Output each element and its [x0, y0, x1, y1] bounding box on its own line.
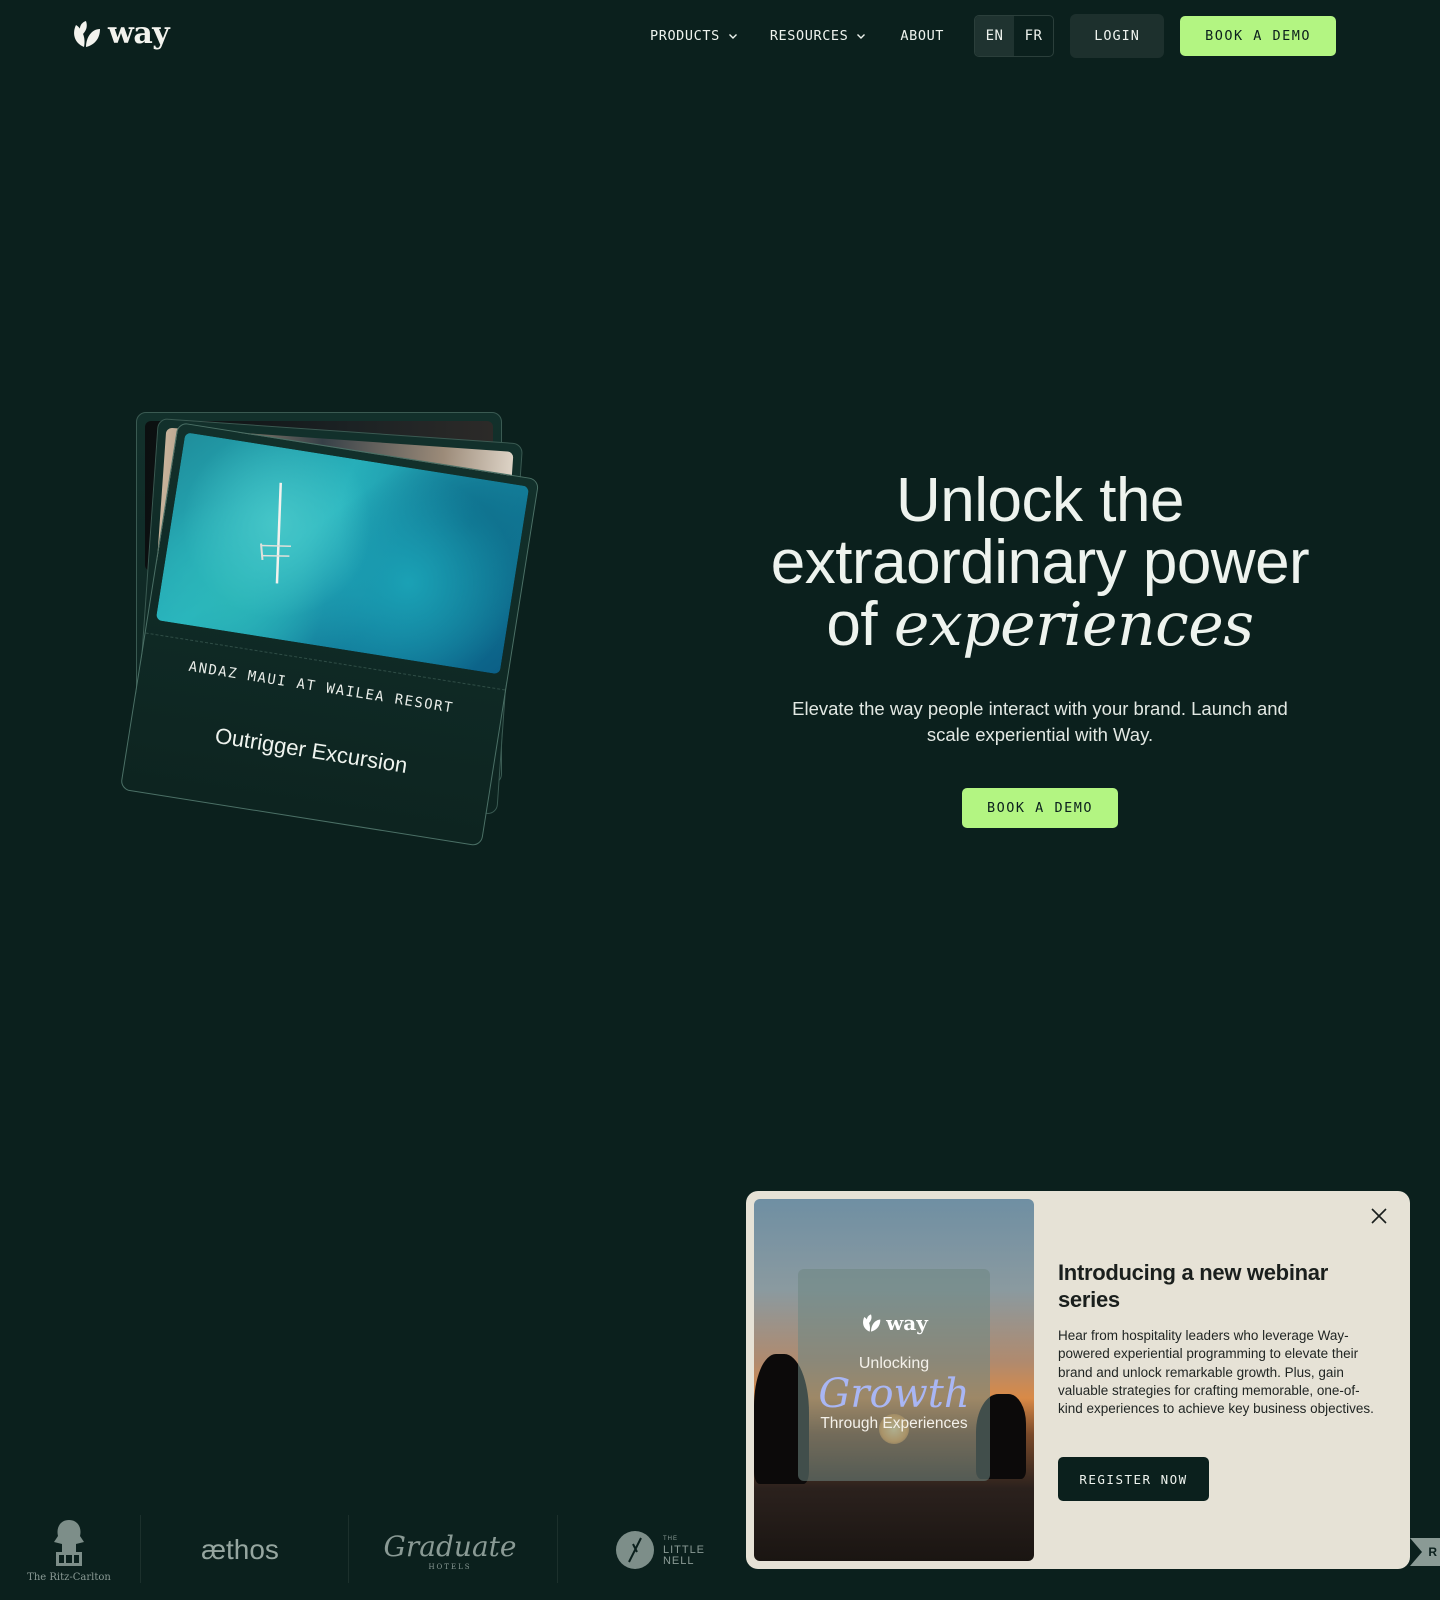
language-switcher: EN FR	[974, 15, 1055, 57]
graduate-sub: HOTELS	[428, 1562, 472, 1571]
register-now-button[interactable]: REGISTER NOW	[1058, 1457, 1209, 1501]
ritz-carlton-logo: The Ritz-Carlton	[14, 1515, 124, 1585]
webinar-popup: way Unlocking Growth Through Experiences…	[746, 1191, 1410, 1569]
graduate-name: Graduate	[383, 1529, 517, 1563]
logo-divider	[140, 1515, 141, 1583]
panel-logo: way	[860, 1311, 928, 1335]
login-button[interactable]: LOGIN	[1070, 14, 1165, 58]
webinar-cover-panel: way Unlocking Growth Through Experiences	[798, 1269, 990, 1481]
hero-title: Unlock the extraordinary power of experi…	[730, 470, 1350, 659]
main-nav: PRODUCTS RESOURCES ABOUT EN FR LOGIN BOO…	[650, 14, 1337, 58]
little-nell-emblem-icon	[615, 1531, 654, 1569]
hero-title-italic: experiences	[893, 590, 1254, 660]
lion-crest-icon	[54, 1519, 84, 1566]
logo-divider	[557, 1515, 558, 1583]
nav-products-label: PRODUCTS	[650, 28, 720, 44]
lang-en[interactable]: EN	[975, 16, 1015, 56]
partial-logo-letter: R	[1428, 1545, 1437, 1559]
chevron-down-icon	[728, 34, 737, 39]
ocean-aerial-image	[155, 432, 530, 675]
panel-growth: Growth	[818, 1371, 970, 1417]
little-nell-word2: NELL	[662, 1554, 695, 1567]
leaf-logo-icon	[74, 20, 100, 47]
leaf-logo-icon	[863, 1314, 881, 1332]
little-nell-logo: THE LITTLE NELL	[610, 1515, 710, 1585]
graduate-hotels-logo: Graduate HOTELS	[384, 1515, 517, 1585]
webinar-sunset-image: way Unlocking Growth Through Experiences	[754, 1199, 1034, 1561]
panel-logo-text: way	[886, 1311, 928, 1335]
nav-resources-label: RESOURCES	[769, 28, 849, 44]
outrigger-canoe-icon	[260, 482, 291, 584]
lang-fr[interactable]: FR	[1014, 16, 1053, 56]
experience-card-stack: ANDAZ MAUI AT WAILEA RESORT Outrigger Ex…	[119, 410, 570, 850]
hero-subtitle: Elevate the way people interact with you…	[792, 698, 1288, 745]
aethos-logo: æthos	[201, 1534, 279, 1565]
popup-title: Introducing a new webinar series	[1058, 1260, 1328, 1312]
chevron-down-icon	[857, 34, 866, 39]
close-icon[interactable]	[1370, 1207, 1388, 1225]
nav-resources[interactable]: RESOURCES	[770, 28, 867, 44]
panel-through-experiences: Through Experiences	[820, 1415, 968, 1432]
nav-about[interactable]: ABOUT	[900, 28, 944, 44]
nav-products[interactable]: PRODUCTS	[650, 28, 738, 44]
hero-section: Unlock the extraordinary power of experi…	[730, 470, 1350, 828]
card-title: Outrigger Excursion	[213, 722, 410, 778]
logo-divider	[348, 1515, 349, 1583]
nav-about-label: ABOUT	[900, 28, 945, 44]
ritz-name: The Ritz-Carlton	[27, 1571, 111, 1583]
book-demo-hero-button[interactable]: BOOK A DEMO	[962, 788, 1118, 828]
experience-card-front[interactable]: ANDAZ MAUI AT WAILEA RESORT Outrigger Ex…	[119, 422, 540, 847]
logo-text: way	[108, 16, 170, 51]
popup-body: Hear from hospitality leaders who levera…	[1058, 1328, 1374, 1417]
way-logo[interactable]: way	[70, 16, 170, 51]
hero-title-line2: extraordinary power	[770, 528, 1310, 597]
hero-title-line1: Unlock the	[896, 466, 1184, 535]
book-demo-nav-button[interactable]: BOOK A DEMO	[1180, 16, 1337, 56]
little-nell-text: THE LITTLE NELL	[663, 1534, 705, 1567]
hero-title-prefix: of	[826, 590, 878, 659]
